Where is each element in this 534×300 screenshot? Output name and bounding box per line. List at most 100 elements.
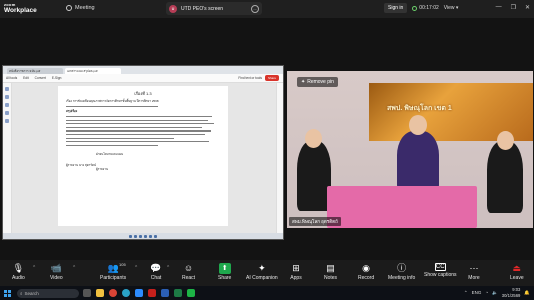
zoom-logo: zoom Workplace bbox=[4, 2, 37, 14]
pdf-tool-sidebar bbox=[3, 83, 12, 233]
leave-door-icon: ⏏ bbox=[512, 263, 522, 273]
system-tray: ⌃ ENG ◔ 🔈 9:03 30/1/2569 🔔 bbox=[464, 287, 530, 298]
timer-text: 00:17:02 bbox=[419, 5, 439, 11]
pdf-share-button[interactable]: Share bbox=[264, 75, 279, 81]
edge-icon[interactable] bbox=[122, 289, 130, 297]
close-button[interactable]: ✕ bbox=[525, 4, 530, 11]
chrome-icon[interactable] bbox=[109, 289, 117, 297]
share-label: Share bbox=[218, 275, 232, 281]
language-indicator[interactable]: ENG bbox=[472, 290, 482, 295]
remove-pin-button[interactable]: ✦ Remove pin bbox=[297, 77, 338, 87]
taskbar-app-icon bbox=[154, 234, 157, 238]
audio-button[interactable]: 🎙 Audio bbox=[12, 263, 25, 282]
zoom-app-icon[interactable] bbox=[135, 289, 143, 297]
title-bar: zoom Workplace Meeting U UTD PEO's scree… bbox=[0, 0, 534, 18]
minimize-button[interactable]: — bbox=[496, 4, 502, 11]
menu-esign[interactable]: E-Sign bbox=[52, 76, 62, 80]
highlight-icon[interactable] bbox=[5, 103, 9, 107]
windows-start-icon[interactable] bbox=[4, 289, 11, 297]
remote-taskbar bbox=[3, 233, 283, 239]
meeting-timer: 00:17:02 bbox=[412, 5, 439, 11]
taskbar-app-icon bbox=[129, 234, 132, 238]
participant-right bbox=[487, 141, 523, 213]
info-icon: ⓘ bbox=[397, 263, 407, 273]
excel-icon[interactable] bbox=[174, 289, 182, 297]
pinned-video-tile[interactable]: สพป. พิษณุโลก เขต 1 ✦ Remove pin สพม.พิษ… bbox=[287, 71, 533, 228]
search-icon: ⌕ bbox=[20, 290, 23, 296]
menu-convert[interactable]: Convert bbox=[35, 76, 46, 80]
participants-label: Participants bbox=[100, 275, 127, 281]
taskbar-app-icon bbox=[149, 234, 152, 238]
apps-button[interactable]: ⊞ Apps bbox=[290, 263, 302, 282]
share-screen-icon: ⬆ bbox=[218, 263, 231, 274]
comment-icon[interactable] bbox=[5, 95, 9, 99]
word-icon[interactable] bbox=[161, 289, 169, 297]
notification-icon[interactable]: 🔔 bbox=[524, 290, 530, 296]
taskbar-clock[interactable]: 9:03 30/1/2569 bbox=[502, 287, 521, 298]
leave-button[interactable]: ⏏ Leave bbox=[510, 263, 524, 282]
chat-button[interactable]: 💬 Chat bbox=[150, 263, 162, 282]
clock-date: 30/1/2569 bbox=[501, 292, 521, 298]
meeting-info-button[interactable]: ⓘ Meeting info bbox=[388, 263, 415, 282]
page-subject: เรื่อง การขับเคลื่อนคุณภาพการจัดการศึกษา… bbox=[66, 98, 159, 103]
participant-left bbox=[297, 141, 331, 211]
text-line bbox=[66, 137, 174, 139]
page-footer-role: ผู้รายงาน bbox=[96, 167, 109, 172]
page-section: สรุปเรื่อง bbox=[66, 109, 78, 114]
task-view-icon[interactable] bbox=[83, 289, 91, 297]
wifi-icon[interactable]: ◔ bbox=[485, 290, 488, 295]
find-text-field[interactable]: Find text or tools bbox=[238, 76, 262, 80]
text-icon[interactable] bbox=[5, 119, 9, 123]
pdf-menu-bar: All tools Edit Convert E-Sign Find text … bbox=[3, 74, 283, 83]
menu-all-tools[interactable]: All tools bbox=[6, 76, 17, 80]
line-app-icon[interactable] bbox=[187, 289, 195, 297]
pdf-viewer-window: หนังสือราชการ ฉบับ.pdf เอกสารแนบ สรุปผล.… bbox=[2, 65, 284, 240]
cursor-icon[interactable] bbox=[5, 87, 9, 91]
show-captions-label: Show captions bbox=[424, 272, 457, 278]
video-button[interactable]: 📹 Video bbox=[50, 263, 63, 282]
show-captions-button[interactable]: CC Show captions bbox=[424, 263, 457, 278]
more-button[interactable]: ⋯ More bbox=[468, 263, 480, 282]
pin-icon: ✦ bbox=[301, 79, 306, 85]
record-button[interactable]: ◉ Record bbox=[358, 263, 374, 282]
chevron-up-icon[interactable]: ⌃ bbox=[72, 265, 76, 271]
share-button[interactable]: ⬆ Share bbox=[218, 263, 231, 281]
audio-label: Audio bbox=[12, 275, 25, 281]
chevron-up-icon[interactable]: ⌃ bbox=[166, 265, 170, 271]
chevron-up-icon[interactable]: ⌃ bbox=[134, 265, 138, 271]
maximize-button[interactable]: ❐ bbox=[511, 4, 516, 11]
chevron-up-icon[interactable]: ⌃ bbox=[464, 290, 468, 296]
text-line bbox=[66, 119, 208, 121]
sign-in-button[interactable]: Sign in bbox=[384, 3, 408, 13]
zoom-window: zoom Workplace Meeting U UTD PEO's scree… bbox=[0, 0, 534, 300]
text-line bbox=[66, 116, 213, 118]
meeting-menu[interactable]: Meeting bbox=[66, 5, 95, 11]
screen-share-indicator[interactable]: U UTD PEO's screen ... bbox=[166, 2, 262, 15]
more-options-icon[interactable]: ... bbox=[251, 4, 259, 13]
taskbar-search[interactable]: ⌕ Search bbox=[17, 288, 79, 298]
ai-sparkle-icon: ✦ bbox=[258, 263, 266, 273]
acrobat-icon[interactable] bbox=[148, 289, 156, 297]
ai-companion-button[interactable]: ✦ AI Companion bbox=[246, 263, 278, 282]
logo-bottom-text: Workplace bbox=[4, 7, 37, 14]
draw-icon[interactable] bbox=[5, 111, 9, 115]
shared-screen: หนังสือราชการ ฉบับ.pdf เอกสารแนบ สรุปผล.… bbox=[0, 18, 534, 260]
pdf-page: เรื่องที่ 1.3 เรื่อง การขับเคลื่อนคุณภาพ… bbox=[58, 86, 228, 226]
share-title: UTD PEO's screen bbox=[181, 5, 224, 12]
menu-edit[interactable]: Edit bbox=[23, 76, 29, 80]
notes-button[interactable]: ▤ Notes bbox=[324, 263, 338, 282]
table-cloth bbox=[327, 186, 477, 228]
captions-icon: CC bbox=[434, 263, 446, 271]
windows-taskbar: ⌕ Search ⌃ ENG ◔ 🔈 9:03 30/1/2569 🔔 bbox=[0, 286, 534, 300]
react-icon: ☺ bbox=[183, 263, 194, 273]
volume-icon[interactable]: 🔈 bbox=[492, 290, 498, 296]
file-explorer-icon[interactable] bbox=[96, 289, 104, 297]
text-line bbox=[66, 141, 210, 143]
react-button[interactable]: ☺ React bbox=[182, 263, 195, 282]
notes-label: Notes bbox=[324, 275, 338, 281]
view-menu[interactable]: View ▾ bbox=[444, 5, 459, 11]
more-icon: ⋯ bbox=[469, 263, 479, 273]
text-line bbox=[66, 130, 211, 132]
notes-icon: ▤ bbox=[326, 263, 335, 273]
chevron-up-icon[interactable]: ⌃ bbox=[32, 265, 36, 271]
